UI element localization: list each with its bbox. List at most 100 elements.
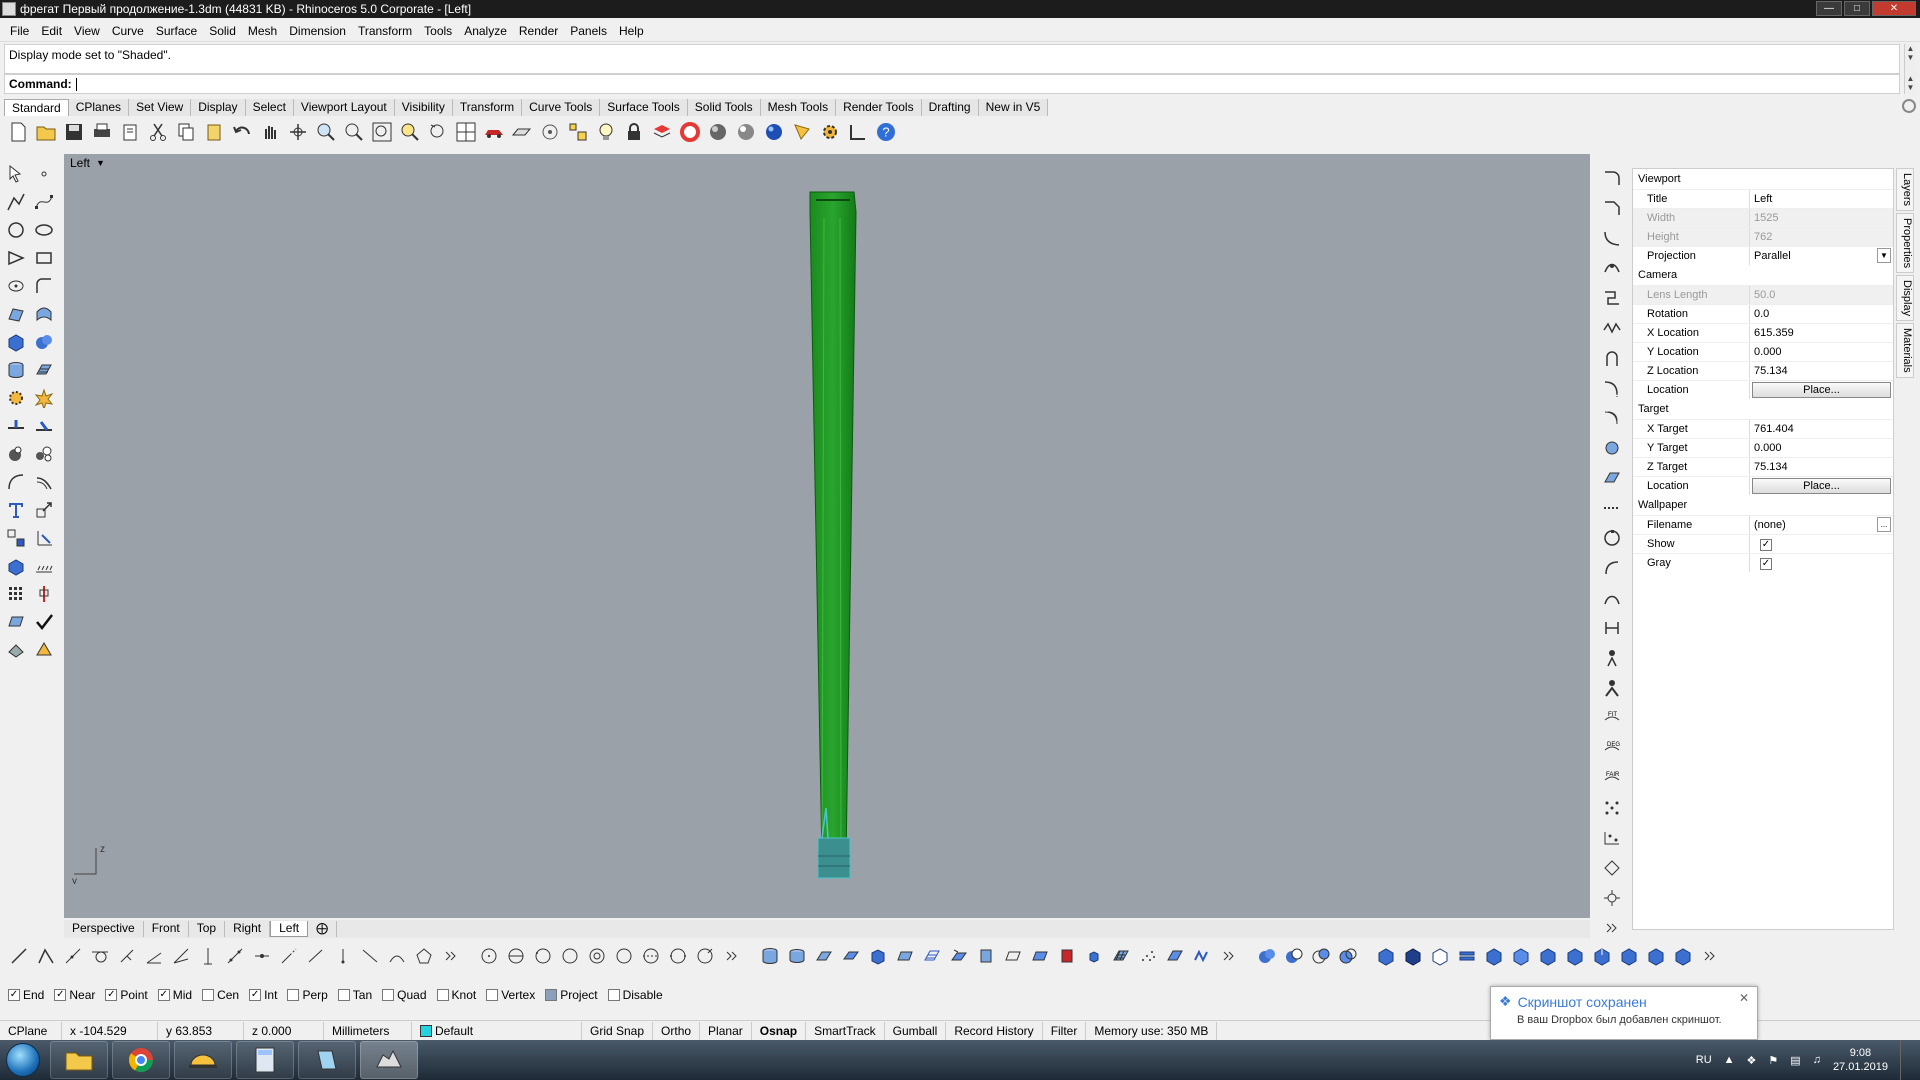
extend-curve-icon[interactable] <box>1600 376 1624 400</box>
tab-cplanes[interactable]: CPlanes <box>68 99 130 116</box>
grid-snap-toggle[interactable]: Grid Snap <box>582 1021 654 1040</box>
dimension-tool-icon[interactable] <box>32 526 56 550</box>
tab-set-view[interactable]: Set View <box>129 99 192 116</box>
boolean-union-tool-icon[interactable] <box>1256 944 1278 968</box>
circle-icon[interactable] <box>4 218 28 242</box>
network-surface-icon[interactable] <box>921 944 943 968</box>
prop-xtarget-field[interactable]: 761.404 <box>1749 420 1893 438</box>
layer-color-icon[interactable] <box>650 120 674 144</box>
osnap-int[interactable]: ✓ Int <box>249 988 277 1002</box>
solid-box-icon[interactable] <box>1375 944 1397 968</box>
edit-points-icon[interactable] <box>1600 556 1624 580</box>
dropbox-notification[interactable]: ❖ Скриншот сохранен В ваш Dropbox был доб… <box>1490 986 1758 1040</box>
blue-sphere-icon[interactable] <box>762 120 786 144</box>
prop-projection-select[interactable]: Parallel ▼ <box>1749 247 1893 265</box>
volume-icon[interactable]: ♫ <box>1813 1054 1821 1066</box>
prop-ytarget-field[interactable]: 0.000 <box>1749 439 1893 457</box>
command-history-scrollbar[interactable]: ▲ ▼ <box>1904 44 1916 74</box>
paste-icon[interactable] <box>202 120 226 144</box>
osnap-tan[interactable]: Tan <box>337 988 372 1002</box>
point-cloud-icon[interactable] <box>1137 944 1159 968</box>
more-lines-chevron-icon[interactable] <box>440 944 462 968</box>
extract-surface-icon[interactable] <box>1564 944 1586 968</box>
fillet-curve-icon[interactable] <box>32 274 56 298</box>
four-viewports-icon[interactable] <box>454 120 478 144</box>
tab-visibility[interactable]: Visibility <box>394 99 453 116</box>
cap-solid-icon[interactable] <box>1483 944 1505 968</box>
menu-edit[interactable]: Edit <box>35 24 68 38</box>
prop-ztarget-field[interactable]: 75.134 <box>1749 458 1893 476</box>
render-scene-icon[interactable] <box>4 638 28 662</box>
check-icon[interactable] <box>32 610 56 634</box>
projection-dropdown-icon[interactable]: ▼ <box>1877 248 1891 263</box>
language-indicator[interactable]: RU <box>1696 1054 1712 1066</box>
rail-revolve-icon[interactable] <box>975 944 997 968</box>
side-tab-materials[interactable]: Materials <box>1896 323 1914 378</box>
viewport-tab-top[interactable]: Top <box>189 921 226 937</box>
rendered-sphere-icon[interactable] <box>734 120 758 144</box>
normal-line-icon[interactable] <box>305 944 327 968</box>
zoom-icon[interactable] <box>314 120 338 144</box>
show-desktop-button[interactable] <box>1900 1040 1910 1080</box>
osnap-cen[interactable]: Cen <box>202 988 239 1002</box>
gray-wallpaper-checkbox[interactable]: ✓ <box>1760 558 1772 570</box>
options-gear-icon[interactable] <box>818 120 842 144</box>
shell-solid-icon[interactable] <box>1429 944 1451 968</box>
tab-render-tools[interactable]: Render Tools <box>836 99 922 116</box>
offset-curve-icon[interactable] <box>4 470 28 494</box>
copy-icon[interactable] <box>174 120 198 144</box>
osnap-quad-checkbox[interactable] <box>382 989 395 1001</box>
circle-tangent-3-icon[interactable] <box>586 944 608 968</box>
sweep-surface-icon[interactable] <box>894 944 916 968</box>
show-wallpaper-checkbox[interactable]: ✓ <box>1760 539 1772 551</box>
line-segments-icon[interactable] <box>62 944 84 968</box>
clock[interactable]: 9:08 27.01.2019 <box>1833 1046 1888 1074</box>
polygon-line-icon[interactable] <box>413 944 435 968</box>
blend-surface-icon[interactable] <box>1002 944 1024 968</box>
render-gear-icon[interactable] <box>4 386 28 410</box>
viewport-left[interactable]: Left ▼ z y <box>64 154 1590 918</box>
extrude-icon[interactable] <box>4 554 28 578</box>
box-solid-icon[interactable] <box>4 330 28 354</box>
analyze-surface-icon[interactable] <box>4 610 28 634</box>
osnap-quad[interactable]: Quad <box>382 988 427 1002</box>
menu-render[interactable]: Render <box>513 24 564 38</box>
osnap-tan-checkbox[interactable] <box>337 989 350 1001</box>
taskbar-explorer[interactable] <box>50 1041 108 1079</box>
circle-center-icon[interactable] <box>478 944 500 968</box>
edge-surface-icon[interactable] <box>32 302 56 326</box>
point-grid-icon[interactable] <box>566 120 590 144</box>
chamfer-edge-icon[interactable] <box>1537 944 1559 968</box>
viewport-menu-dropdown-icon[interactable]: ▼ <box>96 158 105 168</box>
osnap-mid[interactable]: ✓ Mid <box>157 988 192 1002</box>
osnap-mid-checkbox[interactable]: ✓ <box>157 989 170 1001</box>
ellipse-icon[interactable] <box>32 218 56 242</box>
revolve-surface-icon[interactable] <box>948 944 970 968</box>
degree-curve-icon[interactable]: DEG <box>1600 736 1624 760</box>
select-filter-icon[interactable] <box>538 120 562 144</box>
fit-curve-icon[interactable]: FIT <box>1600 706 1624 730</box>
toolbar-options-gear-icon[interactable] <box>1902 99 1916 113</box>
surface-analysis-icon[interactable] <box>1191 944 1213 968</box>
network-icon[interactable]: ▤ <box>1790 1054 1800 1067</box>
fillet-corners-icon[interactable] <box>1600 166 1624 190</box>
pipe-icon[interactable] <box>1600 436 1624 460</box>
dash-line-icon[interactable] <box>1600 496 1624 520</box>
box-surface-icon[interactable] <box>867 944 889 968</box>
taskbar-rhino[interactable] <box>360 1041 418 1079</box>
osnap-disable-checkbox[interactable] <box>607 989 620 1001</box>
taskbar-calculator[interactable] <box>236 1041 294 1079</box>
menu-dimension[interactable]: Dimension <box>283 24 352 38</box>
flag-icon[interactable]: ⚑ <box>1768 1054 1778 1067</box>
boolean-split-icon[interactable] <box>1337 944 1359 968</box>
distance-measure-icon[interactable] <box>32 582 56 606</box>
command-line-scrollbar[interactable]: ▲ ▼ <box>1904 74 1916 94</box>
tube-surface-icon[interactable] <box>786 944 808 968</box>
viewport-tab-left[interactable]: Left <box>270 921 309 937</box>
osnap-end-checkbox[interactable]: ✓ <box>8 989 20 1001</box>
new-file-icon[interactable] <box>6 120 30 144</box>
angled-line-icon[interactable] <box>143 944 165 968</box>
split-icon[interactable] <box>4 414 28 438</box>
boolean-intersection-icon[interactable] <box>1310 944 1332 968</box>
gumball-icon[interactable] <box>1600 676 1624 700</box>
